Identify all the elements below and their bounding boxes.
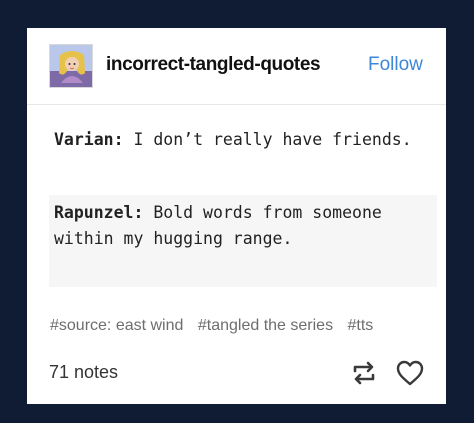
blog-avatar[interactable] <box>49 44 93 88</box>
quote-line-1: Varian: I don’t really have friends. <box>54 127 424 153</box>
rapunzel-avatar-icon <box>50 45 92 87</box>
tag-link[interactable]: #tangled the series <box>198 317 333 334</box>
heart-icon[interactable] <box>394 357 426 389</box>
post-actions <box>340 357 430 391</box>
post-tags: #source: east wind #tangled the series #… <box>50 317 383 335</box>
notes-count[interactable]: 71 notes <box>49 362 118 383</box>
follow-button[interactable]: Follow <box>368 54 423 76</box>
speaker-name: Varian: <box>54 130 124 149</box>
quote-text: I don’t really have friends. <box>123 130 412 149</box>
post-card: incorrect-tangled-quotes Follow Varian: … <box>27 28 446 404</box>
tag-link[interactable]: #source: east wind <box>50 317 183 334</box>
tag-link[interactable]: #tts <box>348 317 374 334</box>
speaker-name: Rapunzel: <box>54 203 144 222</box>
blog-name-link[interactable]: incorrect-tangled-quotes <box>106 54 321 76</box>
quote-line-2: Rapunzel: Bold words from someone within… <box>54 200 404 252</box>
header-divider <box>27 104 446 105</box>
post-header: incorrect-tangled-quotes Follow <box>49 44 439 100</box>
reblog-icon[interactable] <box>348 357 380 389</box>
